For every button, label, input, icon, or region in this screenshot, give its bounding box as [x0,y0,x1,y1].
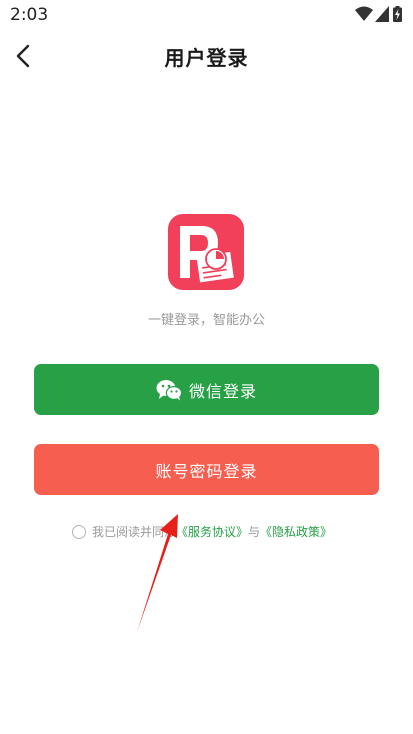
status-time: 2:03 [10,5,49,25]
agreement-checkbox[interactable] [72,525,86,539]
wechat-icon [156,379,182,400]
battery-charging-icon [393,6,402,22]
agreement-joiner: 与 [248,525,261,539]
account-login-label: 账号密码登录 [155,461,258,481]
app-logo-icon [168,214,244,290]
wechat-login-button[interactable]: 微信登录 [34,364,379,415]
agreement-prefix: 我已阅读并同意 [92,525,177,539]
cellular-signal-icon [375,6,389,22]
wifi-icon [355,6,373,21]
account-login-button[interactable]: 账号密码登录 [34,444,379,495]
slogan-text: 一键登录，智能办公 [147,313,265,328]
page-title: 用户登录 [164,46,249,70]
wechat-login-label: 微信登录 [188,381,257,401]
service-agreement-link[interactable]: 《服务协议》 [176,525,248,539]
app-bar: 用户登录 [0,30,413,82]
status-bar: 2:03 [0,0,413,28]
agreement-row: 我已阅读并同意《服务协议》与《隐私政策》 [72,523,332,541]
privacy-policy-link[interactable]: 《隐私政策》 [260,525,332,539]
